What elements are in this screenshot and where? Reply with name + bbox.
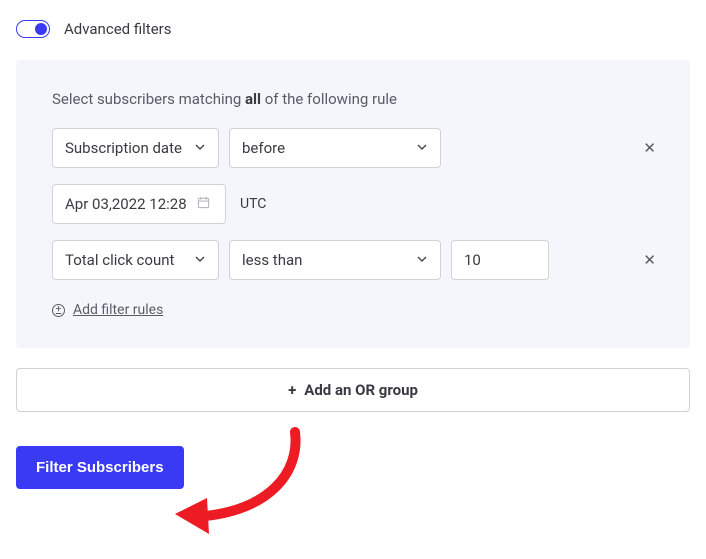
rule2-value: 10 — [464, 251, 481, 269]
add-or-group-label: Add an OR group — [304, 381, 418, 399]
close-icon: ✕ — [643, 139, 656, 157]
rule1-operator-value: before — [242, 139, 285, 157]
panel-title-prefix: Select subscribers matching — [52, 90, 245, 108]
rule1-date-input[interactable]: Apr 03,2022 12:28 — [52, 184, 226, 224]
rule1-field-value: Subscription date — [65, 139, 182, 157]
advanced-filters-toggle[interactable] — [16, 20, 50, 38]
rule1-field-select[interactable]: Subscription date — [52, 128, 219, 168]
advanced-filters-label: Advanced filters — [64, 20, 171, 38]
rule2-field-value: Total click count — [65, 251, 174, 269]
panel-title-suffix: of the following rule — [261, 90, 397, 108]
close-icon: ✕ — [643, 251, 656, 269]
add-filter-label: Add filter rules — [73, 302, 163, 318]
filter-rule-1: Subscription date before ✕ — [52, 128, 654, 168]
remove-rule-button[interactable]: ✕ — [635, 139, 664, 157]
rule1-operator-select[interactable]: before — [229, 128, 441, 168]
chevron-down-icon — [194, 141, 206, 156]
chevron-down-icon — [416, 141, 428, 156]
toggle-knob — [35, 23, 47, 35]
annotation-arrow — [165, 422, 315, 542]
rule2-value-input[interactable]: 10 — [451, 240, 549, 280]
filter-rule-2: Total click count less than 10 ✕ — [52, 240, 654, 280]
chevron-down-icon — [416, 253, 428, 268]
rule2-operator-select[interactable]: less than — [229, 240, 441, 280]
remove-rule-button[interactable]: ✕ — [635, 251, 664, 269]
panel-title: Select subscribers matching all of the f… — [52, 90, 654, 108]
filter-subscribers-label: Filter Subscribers — [36, 459, 164, 476]
plus-circle-icon: + — [52, 304, 65, 317]
calendar-icon — [197, 196, 210, 213]
filter-rule-1-date: Apr 03,2022 12:28 UTC — [52, 184, 654, 224]
rule2-field-select[interactable]: Total click count — [52, 240, 219, 280]
plus-icon: + — [288, 381, 296, 399]
rule2-operator-value: less than — [242, 251, 302, 269]
add-filter-rules-button[interactable]: + Add filter rules — [52, 302, 163, 318]
filter-subscribers-button[interactable]: Filter Subscribers — [16, 446, 184, 489]
rule1-date-value: Apr 03,2022 12:28 — [65, 195, 187, 213]
panel-title-bold: all — [245, 90, 261, 108]
timezone-label: UTC — [240, 196, 266, 212]
chevron-down-icon — [194, 253, 206, 268]
filter-panel: Select subscribers matching all of the f… — [16, 60, 690, 348]
add-or-group-button[interactable]: + Add an OR group — [16, 368, 690, 412]
